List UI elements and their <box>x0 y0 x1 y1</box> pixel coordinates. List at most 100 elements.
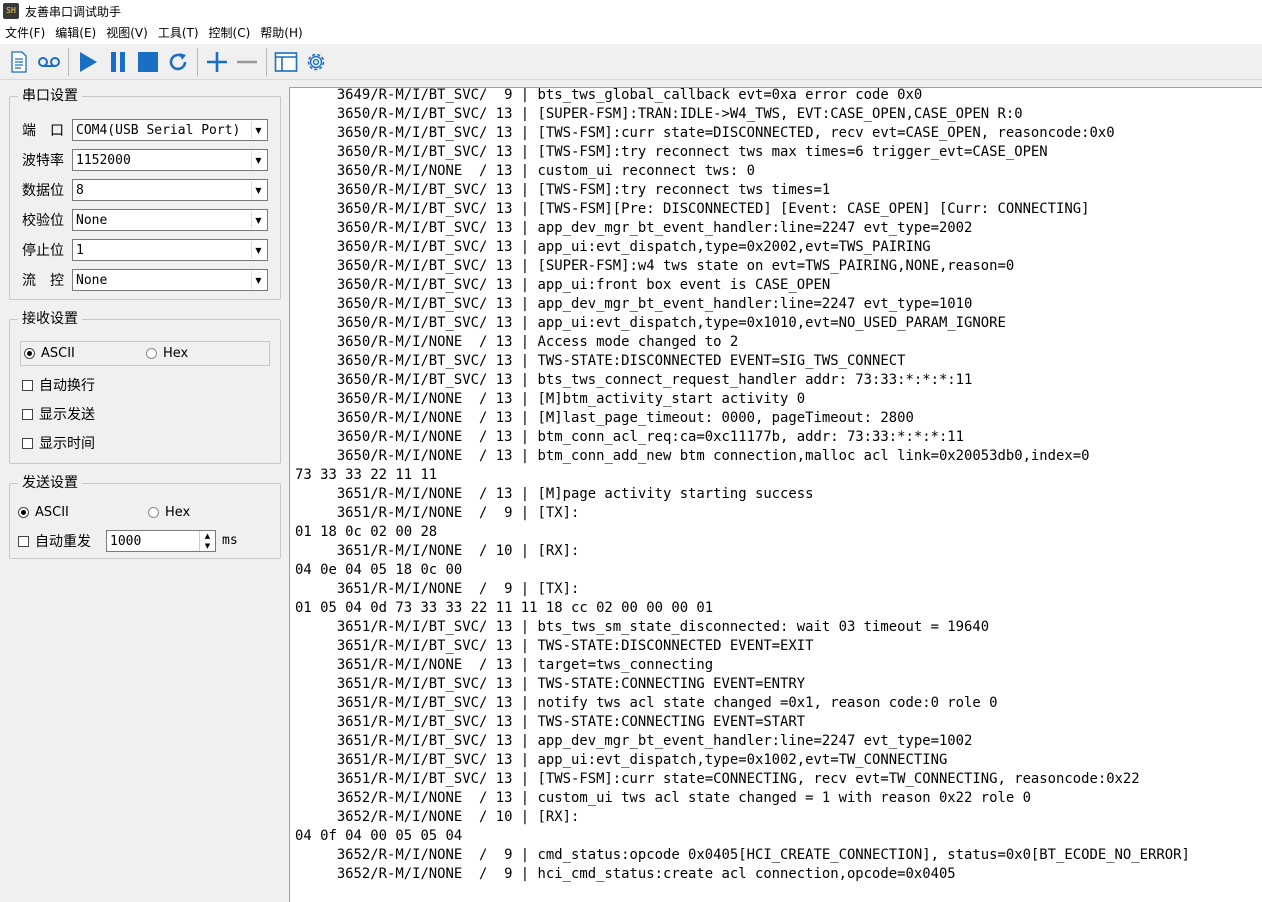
baud-value: 1152000 <box>76 152 131 168</box>
window-icon[interactable] <box>271 47 301 77</box>
log-line: 3650/R-M/I/BT_SVC/ 13 | [TWS-FSM]:try re… <box>295 182 831 198</box>
log-line: 3650/R-M/I/BT_SVC/ 13 | app_dev_mgr_bt_e… <box>295 296 973 312</box>
stop-bits-select[interactable]: 1 ▼ <box>72 239 268 261</box>
send-ascii-label: ASCII <box>35 505 69 520</box>
send-hex-label: Hex <box>165 505 191 520</box>
log-line: 3651/R-M/I/BT_SVC/ 13 | TWS-STATE:CONNEC… <box>295 714 806 730</box>
menu-help[interactable]: 帮助(H) <box>255 22 307 44</box>
resend-unit-label: ms <box>222 533 238 548</box>
play-icon[interactable] <box>73 47 103 77</box>
log-line: 3651/R-M/I/NONE / 13 | [M]page activity … <box>295 486 814 502</box>
log-line: 3651/R-M/I/BT_SVC/ 13 | bts_tws_sm_state… <box>295 619 990 635</box>
remove-icon[interactable] <box>232 47 262 77</box>
log-line: 3650/R-M/I/BT_SVC/ 13 | app_dev_mgr_bt_e… <box>295 220 973 236</box>
checkbox-icon <box>22 437 33 449</box>
chevron-down-icon[interactable]: ▼ <box>251 121 265 139</box>
receive-settings-group: 接收设置 ASCII Hex 自动换行 显示发送 显示时间 <box>9 311 281 464</box>
receive-ascii-label: ASCII <box>41 346 75 361</box>
menu-control[interactable]: 控制(C) <box>204 22 256 44</box>
chevron-down-icon[interactable]: ▼ <box>251 181 265 199</box>
log-line: 3650/R-M/I/BT_SVC/ 13 | app_ui:evt_dispa… <box>295 315 1006 331</box>
radio-unselected-icon <box>148 507 159 518</box>
toolbar-separator <box>266 47 267 76</box>
log-line: 01 05 04 0d 73 33 33 22 11 11 18 cc 02 0… <box>295 600 714 616</box>
log-line: 3651/R-M/I/BT_SVC/ 13 | app_ui:evt_dispa… <box>295 752 948 768</box>
log-line: 3650/R-M/I/NONE / 13 | custom_ui reconne… <box>295 163 755 179</box>
pause-icon[interactable] <box>103 47 133 77</box>
log-line: 3650/R-M/I/BT_SVC/ 13 | [TWS-FSM]:curr s… <box>295 125 1115 141</box>
spin-up-icon[interactable]: ▲ <box>200 531 215 541</box>
app-icon: SH <box>3 3 19 19</box>
send-hex-radio[interactable]: Hex <box>148 505 190 520</box>
port-value: COM4(USB Serial Port) <box>76 122 241 138</box>
log-line: 04 0e 04 05 18 0c 00 <box>295 562 463 578</box>
spin-down-icon[interactable]: ▼ <box>200 541 215 551</box>
serial-settings-title: 串口设置 <box>18 88 82 104</box>
show-time-checkbox[interactable]: 显示时间 <box>22 433 95 453</box>
chevron-down-icon[interactable]: ▼ <box>251 151 265 169</box>
log-line: 3650/R-M/I/NONE / 13 | btm_conn_add_new … <box>295 448 1090 464</box>
log-line: 3650/R-M/I/BT_SVC/ 13 | app_ui:evt_dispa… <box>295 239 931 255</box>
chevron-down-icon[interactable]: ▼ <box>251 211 265 229</box>
flow-value: None <box>76 272 108 288</box>
flow-select[interactable]: None ▼ <box>72 269 268 291</box>
log-line: 3652/R-M/I/NONE / 9 | cmd_status:opcode … <box>295 847 1190 863</box>
log-line: 3650/R-M/I/BT_SVC/ 13 | bts_tws_connect_… <box>295 372 973 388</box>
data-bits-value: 8 <box>76 182 84 198</box>
log-line: 3650/R-M/I/NONE / 13 | btm_conn_acl_req:… <box>295 429 965 445</box>
receive-hex-radio[interactable]: Hex <box>146 346 188 361</box>
menu-edit[interactable]: 编辑(E) <box>50 22 101 44</box>
log-line: 3650/R-M/I/BT_SVC/ 13 | TWS-STATE:DISCON… <box>295 353 906 369</box>
chevron-down-icon[interactable]: ▼ <box>251 271 265 289</box>
checkbox-icon <box>22 379 33 391</box>
toolbar-separator <box>197 47 198 76</box>
send-settings-group: 发送设置 ASCII Hex 自动重发 1000 ▲ ▼ ms <box>9 475 281 559</box>
log-line: 3650/R-M/I/BT_SVC/ 13 | app_ui:front box… <box>295 277 831 293</box>
log-line: 3650/R-M/I/BT_SVC/ 13 | [TWS-FSM][Pre: D… <box>295 201 1090 217</box>
settings-panel: 串口设置 端 口 COM4(USB Serial Port) ▼ 波特率 115… <box>0 81 288 902</box>
data-bits-select[interactable]: 8 ▼ <box>72 179 268 201</box>
log-line: 3651/R-M/I/BT_SVC/ 13 | [TWS-FSM]:curr s… <box>295 771 1140 787</box>
log-line: 3649/R-M/I/BT_SVC/ 9 | bts_tws_global_ca… <box>295 87 923 103</box>
auto-resend-checkbox[interactable]: 自动重发 <box>18 531 91 551</box>
log-line: 73 33 33 22 11 11 <box>295 467 438 483</box>
chevron-down-icon[interactable]: ▼ <box>251 241 265 259</box>
send-settings-title: 发送设置 <box>18 475 82 491</box>
auto-wrap-label: 自动换行 <box>39 378 95 394</box>
gear-icon[interactable] <box>301 47 331 77</box>
radio-selected-icon <box>24 348 35 359</box>
spin-buttons[interactable]: ▲ ▼ <box>199 531 215 551</box>
show-time-label: 显示时间 <box>39 436 95 452</box>
log-line: 3651/R-M/I/NONE / 13 | target=tws_connec… <box>295 657 714 673</box>
add-icon[interactable] <box>202 47 232 77</box>
log-line: 3650/R-M/I/BT_SVC/ 13 | [SUPER-FSM]:TRAN… <box>295 106 1023 122</box>
log-line: 3651/R-M/I/BT_SVC/ 13 | notify tws acl s… <box>295 695 998 711</box>
parity-value: None <box>76 212 108 228</box>
receive-console[interactable]: 3649/R-M/I/BT_SVC/ 9 | bts_tws_global_ca… <box>289 87 1262 902</box>
log-line: 3650/R-M/I/NONE / 13 | Access mode chang… <box>295 334 739 350</box>
log-line: 3652/R-M/I/NONE / 10 | [RX]: <box>295 809 580 825</box>
auto-wrap-checkbox[interactable]: 自动换行 <box>22 375 95 395</box>
toolbar-separator <box>68 47 69 76</box>
menu-file[interactable]: 文件(F) <box>0 22 50 44</box>
checkbox-icon <box>18 535 29 547</box>
stop-icon[interactable] <box>133 47 163 77</box>
menu-view[interactable]: 视图(V) <box>101 22 153 44</box>
checkbox-icon <box>22 408 33 420</box>
baud-select[interactable]: 1152000 ▼ <box>72 149 268 171</box>
log-line: 3651/R-M/I/BT_SVC/ 13 | TWS-STATE:CONNEC… <box>295 676 806 692</box>
record-icon[interactable] <box>34 47 64 77</box>
toolbar <box>0 44 1262 80</box>
document-icon[interactable] <box>4 47 34 77</box>
parity-select[interactable]: None ▼ <box>72 209 268 231</box>
radio-unselected-icon <box>146 348 157 359</box>
send-ascii-radio[interactable]: ASCII <box>18 505 69 520</box>
refresh-icon[interactable] <box>163 47 193 77</box>
port-select[interactable]: COM4(USB Serial Port) ▼ <box>72 119 268 141</box>
receive-ascii-radio[interactable]: ASCII <box>24 346 75 361</box>
title-bar: SH 友善串口调试助手 <box>0 0 1262 22</box>
serial-settings-group: 串口设置 端 口 COM4(USB Serial Port) ▼ 波特率 115… <box>9 88 281 300</box>
menu-tools[interactable]: 工具(T) <box>153 22 204 44</box>
show-send-checkbox[interactable]: 显示发送 <box>22 404 95 424</box>
resend-interval-input[interactable]: 1000 ▲ ▼ <box>106 530 216 552</box>
